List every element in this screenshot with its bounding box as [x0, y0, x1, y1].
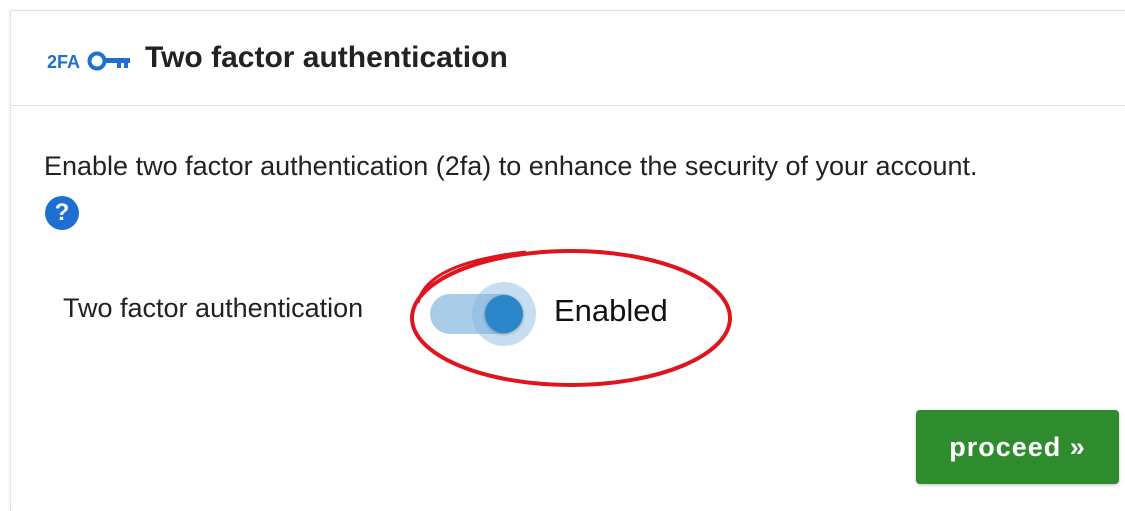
two-factor-label: Two factor authentication: [63, 293, 364, 323]
toggle-knob: [485, 295, 523, 333]
2fa-icon-text: 2FA: [47, 52, 80, 72]
proceed-button[interactable]: proceed »: [916, 410, 1119, 484]
card-header: 2FA Two factor authentication: [11, 11, 1125, 106]
two-factor-card: 2FA Two factor authentication Enable two…: [10, 10, 1125, 511]
description-text: Enable two factor authentication (2fa) t…: [44, 151, 978, 181]
two-factor-toggle[interactable]: [426, 282, 536, 346]
toggle-status-label: Enabled: [554, 293, 668, 328]
card-title: Two factor authentication: [145, 41, 508, 74]
help-icon[interactable]: ?: [45, 196, 79, 230]
key-icon: 2FA: [47, 51, 130, 72]
